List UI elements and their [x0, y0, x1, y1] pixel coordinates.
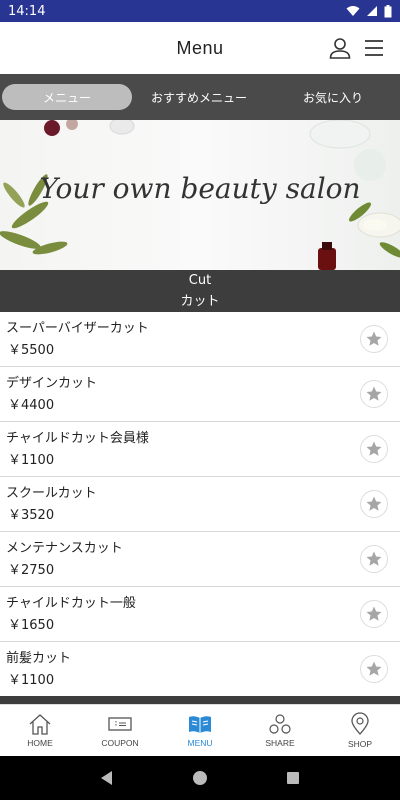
hero-banner: Your own beauty salon [0, 120, 400, 270]
home-button-icon[interactable] [192, 770, 208, 786]
favorite-button[interactable] [360, 545, 388, 573]
star-icon [366, 386, 382, 401]
nav-home-label: HOME [27, 738, 53, 748]
nav-share-label: SHARE [265, 738, 295, 748]
page-title: Menu [176, 37, 224, 58]
system-nav-bar [0, 756, 400, 800]
favorite-button[interactable] [360, 435, 388, 463]
star-icon [366, 331, 382, 346]
menu-item[interactable]: 前髪カット ￥1100 [0, 642, 400, 696]
menu-item-price: ￥1100 [8, 673, 55, 688]
tab-bar: メニュー おすすめメニュー お気に入り [0, 74, 400, 120]
menu-item[interactable]: チャイルドカット一般 ￥1650 [0, 587, 400, 642]
category-header: Cut カット [0, 270, 400, 312]
home-icon [29, 714, 51, 735]
menu-item-name: スーパーバイザーカット [6, 321, 149, 336]
menu-item-name: チャイルドカット会員様 [6, 431, 149, 446]
menu-item-name: 前髪カット [6, 651, 72, 666]
nav-shop[interactable]: SHOP [320, 705, 400, 756]
menu-list: スーパーバイザーカット ￥5500 デザインカット ￥4400 チャイルドカット… [0, 312, 400, 696]
tab-recommended-menu[interactable]: おすすめメニュー [132, 84, 266, 110]
next-category-header-edge [0, 696, 400, 704]
banner-title: Your own beauty salon [39, 172, 361, 205]
menu-item-name: チャイルドカット一般 [6, 596, 136, 611]
favorite-button[interactable] [360, 655, 388, 683]
nav-menu[interactable]: MENU [160, 705, 240, 756]
wifi-icon [346, 6, 360, 16]
recents-icon[interactable] [285, 770, 301, 786]
menu-item-name: スクールカット [6, 486, 97, 501]
location-pin-icon [351, 712, 369, 735]
status-time: 14:14 [8, 3, 46, 19]
star-icon [366, 661, 382, 676]
menu-item-price: ￥4400 [8, 398, 55, 413]
book-icon [189, 716, 211, 733]
favorite-button[interactable] [360, 380, 388, 408]
favorite-button[interactable] [360, 325, 388, 353]
bottom-nav: HOME COUPON MENU SHARE SHOP [0, 704, 400, 756]
menu-item-price: ￥1100 [8, 453, 55, 468]
hamburger-menu-icon[interactable] [362, 36, 386, 60]
menu-item[interactable]: スクールカット ￥3520 [0, 477, 400, 532]
menu-item-price: ￥3520 [8, 508, 55, 523]
menu-item[interactable]: デザインカット ￥4400 [0, 367, 400, 422]
nav-coupon[interactable]: COUPON [80, 705, 160, 756]
star-icon [366, 606, 382, 621]
share-icon [269, 714, 291, 734]
menu-item[interactable]: メンテナンスカット ￥2750 [0, 532, 400, 587]
category-title-en: Cut [188, 273, 212, 288]
nav-menu-label: MENU [187, 738, 213, 748]
user-icon[interactable] [328, 36, 352, 60]
menu-item[interactable]: チャイルドカット会員様 ￥1100 [0, 422, 400, 477]
menu-item-price: ￥1650 [8, 618, 55, 633]
nav-share[interactable]: SHARE [240, 705, 320, 756]
category-title-ja: カット [180, 294, 220, 309]
star-icon [366, 441, 382, 456]
battery-icon [384, 4, 392, 17]
tab-menu[interactable]: メニュー [2, 84, 132, 110]
coupon-icon [108, 717, 132, 731]
menu-item-price: ￥5500 [8, 343, 55, 358]
tab-favorites[interactable]: お気に入り [266, 84, 400, 110]
status-bar: 14:14 [0, 0, 400, 22]
favorite-button[interactable] [360, 600, 388, 628]
favorite-button[interactable] [360, 490, 388, 518]
nav-shop-label: SHOP [347, 739, 373, 749]
star-icon [366, 496, 382, 511]
menu-item-price: ￥2750 [8, 563, 55, 578]
menu-item-name: デザインカット [6, 376, 98, 391]
nav-home[interactable]: HOME [0, 705, 80, 756]
nav-coupon-label: COUPON [101, 738, 139, 748]
menu-item[interactable]: スーパーバイザーカット ￥5500 [0, 312, 400, 367]
star-icon [366, 551, 382, 566]
signal-icon [367, 6, 377, 16]
app-header: Menu [0, 22, 400, 74]
menu-item-name: メンテナンスカット [6, 541, 123, 556]
back-icon[interactable] [99, 770, 115, 786]
